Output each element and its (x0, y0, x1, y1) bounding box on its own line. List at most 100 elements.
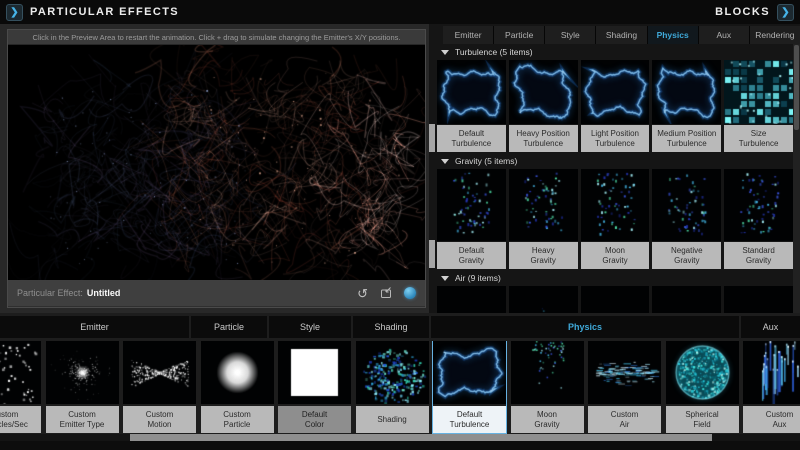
chain-horizontal-scrollbar[interactable] (0, 434, 800, 441)
block-label[interactable]: Heavy Position Turbulence (508, 125, 578, 152)
scrollbar-thumb[interactable] (130, 434, 712, 441)
chain-label[interactable]: Shading (355, 406, 429, 433)
effect-name-label: Particular Effect: (17, 288, 83, 298)
chain-thumb[interactable] (355, 341, 429, 404)
chain-group-particle[interactable]: Particle (191, 316, 267, 338)
block-label[interactable]: Light Position Turbulence (580, 125, 650, 152)
turb-thumbnail (580, 60, 650, 124)
block-thumb[interactable] (437, 60, 506, 124)
block-thumb[interactable] (437, 169, 506, 241)
block-thumb[interactable] (508, 169, 578, 241)
chain-item[interactable]: Custom Emitter Type (45, 341, 119, 433)
block-thumb[interactable] (652, 286, 722, 313)
chain-thumb[interactable] (743, 341, 800, 404)
block-label[interactable]: Moon Gravity (580, 242, 650, 269)
chain-thumb[interactable] (665, 341, 739, 404)
collapse-triangle-icon (441, 49, 449, 55)
block-thumb[interactable] (437, 286, 506, 313)
block-label[interactable]: Default Gravity (437, 242, 506, 269)
chain-group-shading[interactable]: Shading (353, 316, 429, 338)
chain-thumb[interactable] (123, 341, 196, 404)
preview-canvas[interactable] (8, 45, 425, 280)
chevron-right-icon[interactable]: ❯ (777, 3, 794, 21)
scatter-thumbnail (0, 341, 41, 404)
chain-item[interactable]: Custom Motion (123, 341, 196, 433)
chain-item[interactable]: Shading (355, 341, 429, 433)
block-thumb[interactable] (580, 60, 650, 124)
tab-particle[interactable]: Particle (493, 26, 545, 44)
chain-label[interactable]: Custom Aux (743, 406, 800, 433)
block-thumb[interactable] (508, 60, 578, 124)
grav-thumbnail (437, 169, 506, 241)
blocks-vertical-scrollbar[interactable] (793, 44, 800, 313)
chain-item[interactable]: Custom Air (588, 341, 661, 433)
blocks-sections: Turbulence (5 items) Default Turbulence He… (437, 44, 793, 313)
chain-item[interactable]: Moon Gravity (510, 341, 584, 433)
help-icon[interactable] (404, 287, 416, 299)
save-preset-icon[interactable] (379, 286, 393, 300)
block-thumb[interactable] (508, 286, 578, 313)
block-thumb[interactable] (724, 169, 793, 241)
reset-icon[interactable]: ↺ (357, 287, 368, 300)
chain-item[interactable]: Default Color (278, 341, 351, 433)
chain-item[interactable]: Custom Particles/Sec (0, 341, 41, 433)
scrollbar-thumb[interactable] (794, 45, 799, 130)
streakh-thumbnail (588, 341, 661, 404)
block-thumb[interactable] (652, 169, 722, 241)
chain-thumb[interactable] (0, 341, 41, 404)
grav-thumbnail (508, 169, 578, 241)
effects-panel-title: PARTICULAR EFFECTS (30, 6, 180, 18)
tab-shading[interactable]: Shading (595, 26, 647, 44)
chevron-right-icon[interactable]: ❯ (6, 3, 23, 21)
block-label[interactable]: Negative Gravity (652, 242, 722, 269)
chain-item[interactable]: Custom Particle (200, 341, 274, 433)
chain-label[interactable]: Spherical Field (665, 406, 739, 433)
block-label[interactable]: Size Turbulence (724, 125, 793, 152)
section-label-grid: Default Gravity Heavy Gravity Moon Gravity… (437, 242, 793, 269)
chain-thumb[interactable] (45, 341, 119, 404)
section-header-gravity[interactable]: Gravity (5 items) (437, 153, 793, 169)
block-thumb[interactable] (580, 286, 650, 313)
chain-item[interactable]: Custom Aux (743, 341, 800, 433)
tab-physics[interactable]: Physics (646, 26, 698, 44)
chain-group-emitter[interactable]: Emitter (0, 316, 189, 338)
chain-group-style[interactable]: Style (269, 316, 351, 338)
block-label[interactable]: Heavy Gravity (508, 242, 578, 269)
block-thumb[interactable] (580, 169, 650, 241)
chain-label[interactable]: Custom Motion (123, 406, 196, 433)
section-header-turbulence[interactable]: Turbulence (5 items) (437, 44, 793, 60)
chain-label[interactable]: Moon Gravity (510, 406, 584, 433)
chain-group-physics[interactable]: Physics (431, 316, 739, 338)
chain-label[interactable]: Default Turbulence (433, 406, 506, 433)
chain-label[interactable]: Custom Emitter Type (45, 406, 119, 433)
radial-thumbnail (45, 341, 119, 404)
block-thumb[interactable] (724, 60, 793, 124)
chain-label[interactable]: Custom Particle (200, 406, 274, 433)
chain-thumb[interactable] (510, 341, 584, 404)
turbsize-thumbnail (724, 60, 793, 124)
block-label[interactable]: Standard Gravity (724, 242, 793, 269)
block-label[interactable]: Medium Position Turbulence (652, 125, 722, 152)
block-thumb[interactable] (652, 60, 722, 124)
chain-thumb[interactable] (433, 341, 506, 404)
section-title: Gravity (5 items) (455, 156, 518, 166)
block-label[interactable]: Default Turbulence (437, 125, 506, 152)
chain-thumb[interactable] (278, 341, 351, 404)
block-thumb[interactable] (724, 286, 793, 313)
chain-label[interactable]: Default Color (278, 406, 351, 433)
tab-emitter[interactable]: Emitter (443, 26, 494, 44)
section-header-air[interactable]: Air (9 items) (437, 270, 793, 286)
sphere-thumbnail (665, 341, 739, 404)
airburst-thumbnail (508, 286, 578, 313)
tab-rendering[interactable]: Rendering (748, 26, 800, 44)
tab-aux[interactable]: Aux (697, 26, 749, 44)
chain-item[interactable]: Default Turbulence (432, 341, 507, 434)
chain-label[interactable]: Custom Particles/Sec (0, 406, 41, 433)
tab-style[interactable]: Style (544, 26, 596, 44)
chain-item[interactable]: Spherical Field (665, 341, 739, 433)
chain-thumb[interactable] (200, 341, 274, 404)
chain-group-aux[interactable]: Aux (741, 316, 800, 338)
chain-thumb[interactable] (588, 341, 661, 404)
turb-thumbnail (433, 341, 506, 404)
chain-label[interactable]: Custom Air (588, 406, 661, 433)
